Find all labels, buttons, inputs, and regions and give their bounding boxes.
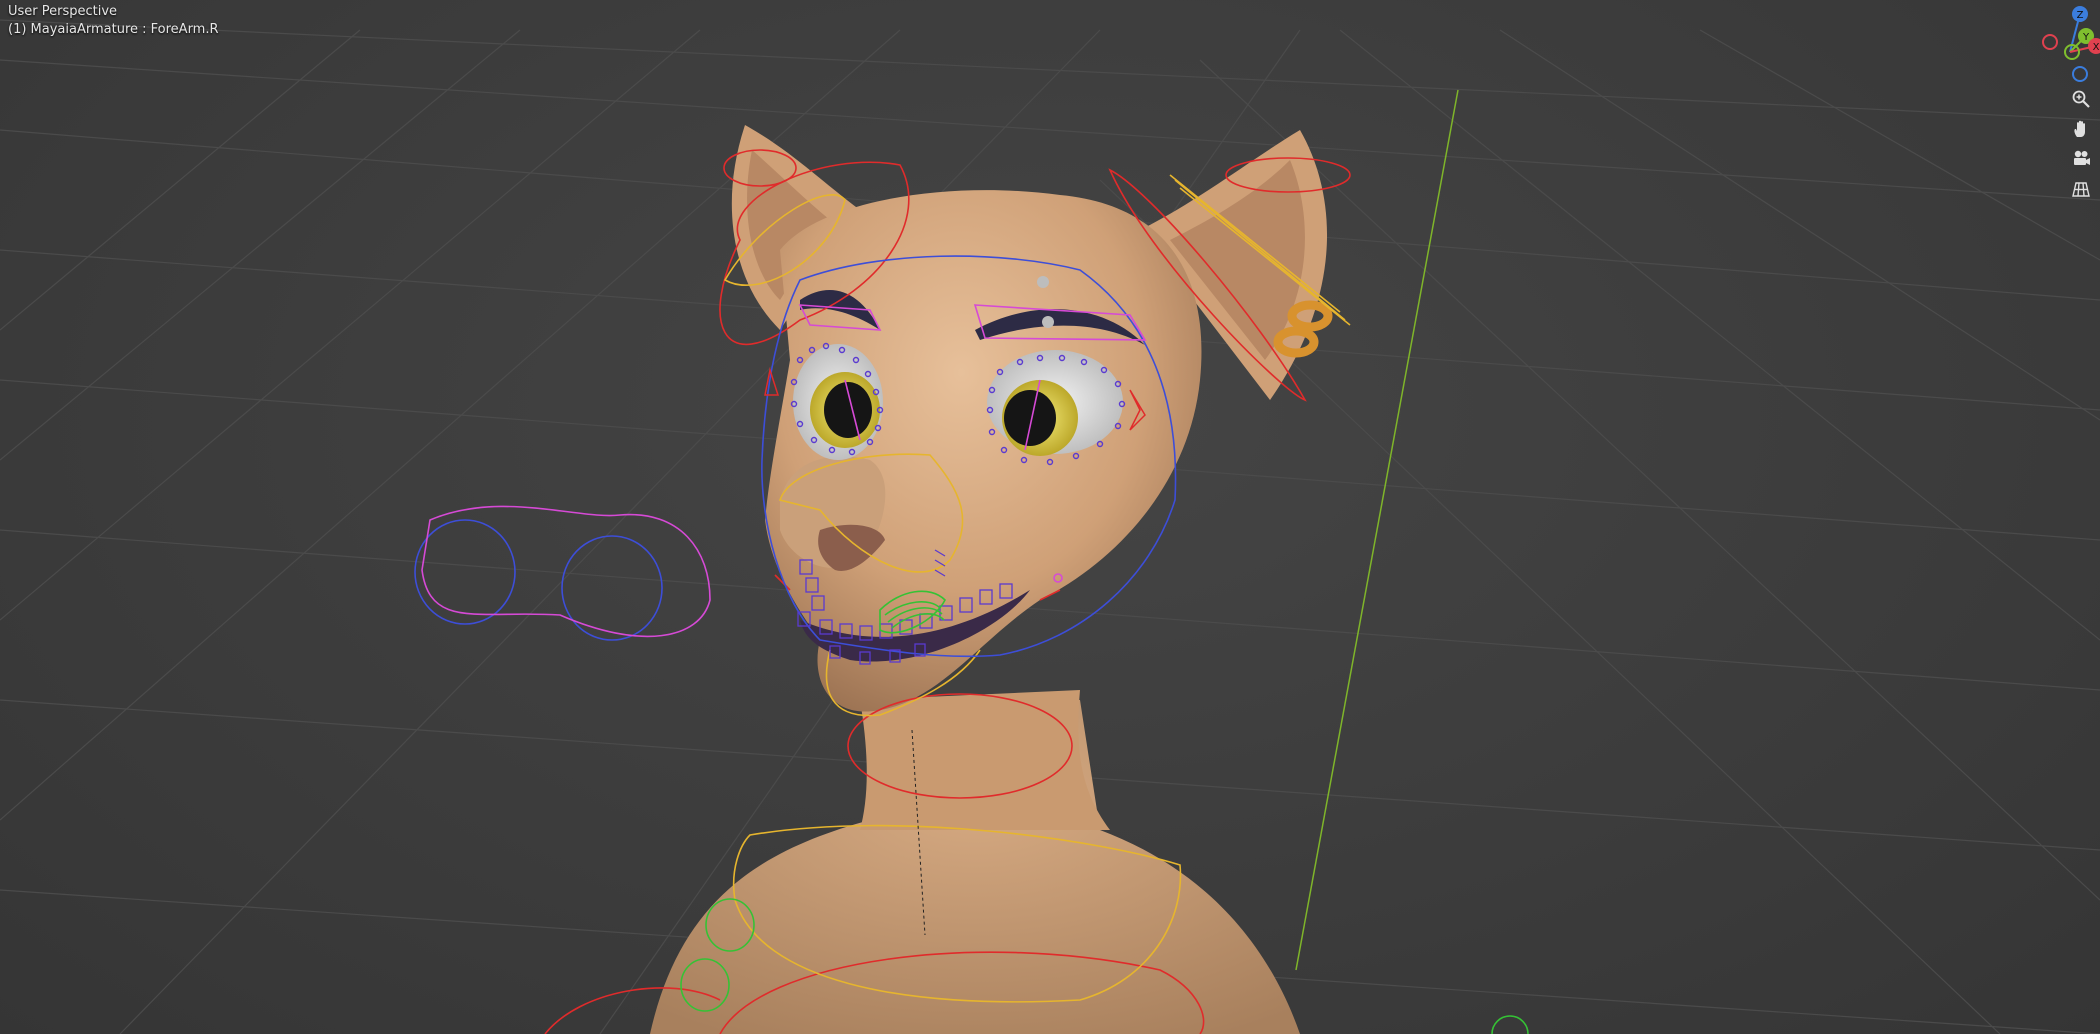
3d-viewport[interactable]: User Perspective (1) MayaiaArmature : Fo… — [0, 0, 2100, 1034]
brow-piercing-top — [1037, 276, 1049, 288]
gizmo-x-label: X — [2093, 42, 2100, 53]
gizmo-z-label: Z — [2077, 10, 2084, 21]
gizmo-neg-x-axis[interactable] — [2042, 34, 2058, 50]
active-object-label: (1) MayaiaArmature : ForeArm.R — [8, 22, 219, 37]
camera-view-button[interactable] — [2068, 146, 2094, 172]
gizmo-neg-z-axis[interactable] — [2072, 66, 2088, 82]
zoom-icon — [2072, 90, 2090, 108]
hand-pan-icon — [2074, 120, 2085, 137]
camera-view-icon — [2074, 150, 2090, 165]
viewport-title: User Perspective — [8, 4, 118, 19]
character-neck[interactable] — [860, 690, 1110, 830]
ortho-toggle-button[interactable] — [2068, 176, 2094, 202]
viewport-scene[interactable] — [0, 0, 2100, 1034]
ortho-grid-icon — [2072, 182, 2090, 197]
gizmo-y-label: Y — [2082, 32, 2090, 43]
eye-left[interactable] — [793, 344, 883, 460]
navigation-gizmo[interactable]: Z Y X — [2020, 0, 2100, 90]
pan-button[interactable] — [2068, 116, 2094, 142]
zoom-button[interactable] — [2068, 86, 2094, 112]
brow-piercing-bottom — [1042, 316, 1054, 328]
